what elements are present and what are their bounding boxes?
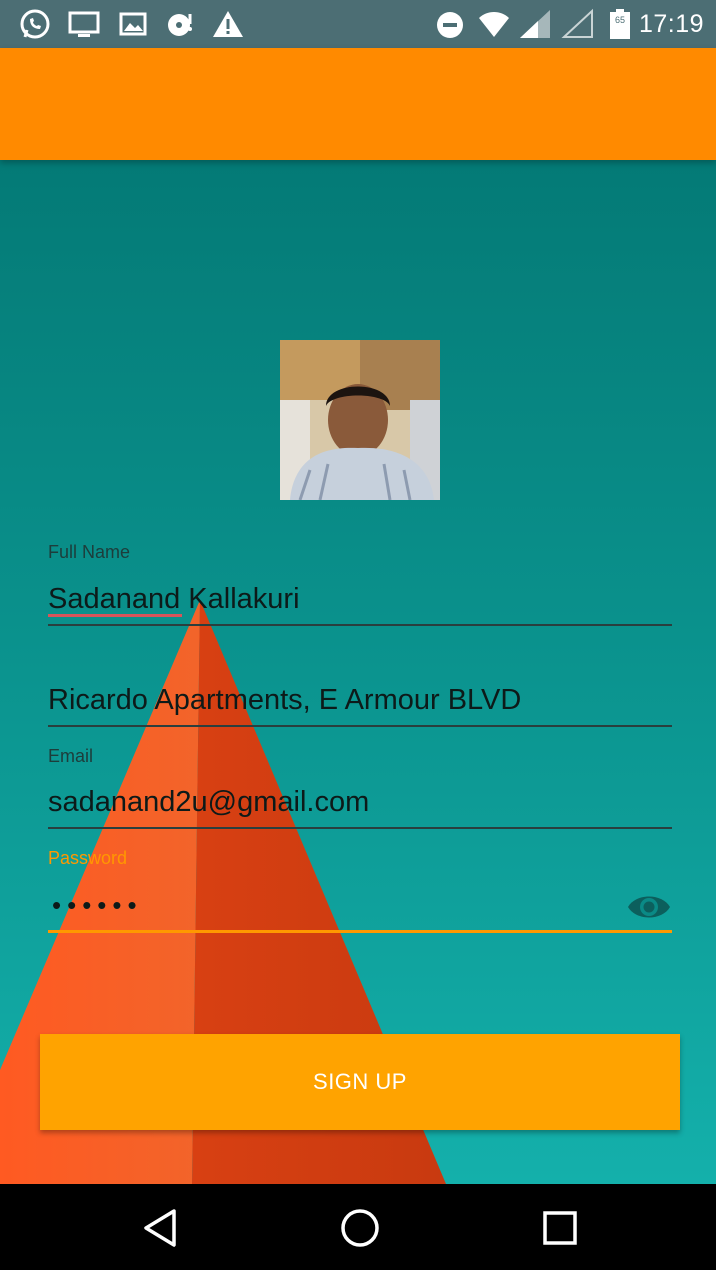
app-bar [0, 48, 716, 160]
back-icon[interactable] [138, 1206, 182, 1250]
address-underline [48, 725, 672, 727]
recents-icon[interactable] [538, 1206, 582, 1250]
status-time: 17:19 [638, 10, 704, 38]
navigation-bar [0, 1184, 716, 1270]
email-label: Email [48, 746, 94, 766]
battery-level: 65 [615, 15, 625, 25]
whatsapp-icon [20, 9, 50, 39]
image-icon [119, 12, 147, 36]
password-underline-focused [48, 930, 672, 933]
warning-icon [213, 11, 243, 37]
password-input[interactable]: •••••• [52, 890, 143, 921]
email-input[interactable]: sadanand2u@gmail.com [48, 786, 369, 819]
full-name-underline [48, 624, 672, 626]
email-underline [48, 827, 672, 829]
spellcheck-underline [48, 614, 182, 617]
password-field[interactable]: Password •••••• [48, 846, 672, 938]
password-label: Password [48, 848, 128, 868]
email-field[interactable]: Email sadanand2u@gmail.com [48, 744, 672, 834]
status-bar: 65 17:19 [0, 0, 716, 48]
sign-up-button[interactable]: SIGN UP [40, 1034, 680, 1130]
cell-signal-icon [520, 10, 550, 38]
wifi-icon [479, 12, 509, 37]
show-password-eye-icon[interactable] [626, 890, 672, 924]
content-background [0, 160, 716, 1184]
full-name-input[interactable]: Sadanand Kallakuri [48, 583, 300, 616]
do-not-disturb-icon [437, 12, 463, 38]
address-input[interactable]: Ricardo Apartments, E Armour BLVD [48, 684, 521, 717]
cell-signal-empty-icon [561, 8, 593, 38]
home-icon[interactable] [338, 1206, 382, 1250]
full-name-label: Full Name [48, 542, 131, 562]
battery-icon: 65 [610, 9, 630, 39]
full-name-field[interactable]: Full Name Sadanand Kallakuri [48, 540, 672, 630]
sync-disc-icon [168, 14, 192, 36]
cast-display-icon [68, 11, 100, 37]
profile-photo[interactable] [280, 340, 440, 500]
address-field[interactable]: Ricardo Apartments, E Armour BLVD [48, 680, 672, 730]
triangle-wallpaper [0, 600, 446, 1184]
